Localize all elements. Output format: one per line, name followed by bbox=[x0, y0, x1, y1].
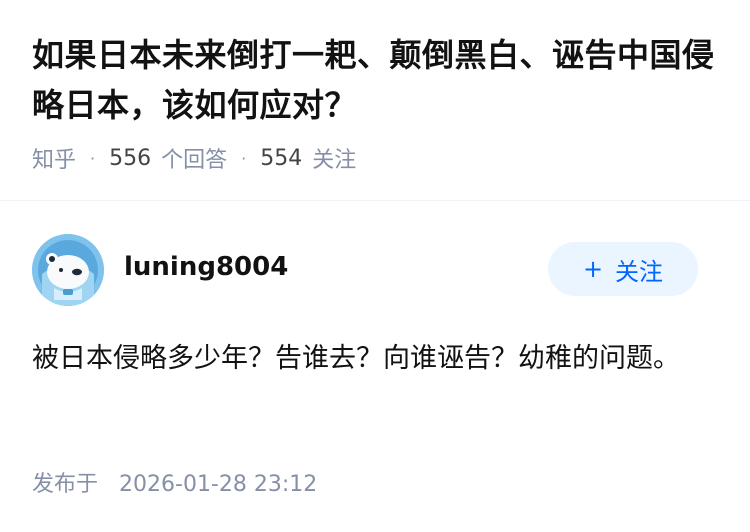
follow-button-label: 关注 bbox=[615, 257, 664, 286]
question-title[interactable]: 如果日本未来倒打一耙、颠倒黑白、诬告中国侵略日本，该如何应对？ bbox=[32, 30, 722, 130]
author-name[interactable]: luning8004 bbox=[124, 252, 288, 282]
publish-label: 发布于 bbox=[32, 472, 99, 497]
plus-icon: + bbox=[582, 255, 604, 283]
polar-bear-astronaut-icon bbox=[32, 234, 104, 306]
follower-count-label[interactable]: 关注 bbox=[312, 142, 356, 174]
meta-separator: · bbox=[90, 148, 96, 168]
follow-button[interactable]: + 关注 bbox=[548, 242, 698, 296]
author-row: luning8004 + 关注 bbox=[32, 234, 718, 308]
follower-count[interactable]: 554 bbox=[260, 146, 302, 171]
avatar[interactable] bbox=[32, 234, 104, 306]
section-divider bbox=[0, 200, 750, 201]
meta-separator: · bbox=[241, 148, 247, 168]
answer-count-label[interactable]: 个回答 bbox=[161, 142, 227, 174]
answer-content[interactable]: 被日本侵略多少年？告谁去？向谁诬告？幼稚的问题。 bbox=[32, 334, 708, 384]
publish-time: 2026-01-28 23:12 bbox=[119, 472, 318, 497]
publish-info: 发布于 2026-01-28 23:12 bbox=[32, 466, 317, 498]
answer-count[interactable]: 556 bbox=[109, 146, 151, 171]
question-meta: 知乎 · 556 个回答 · 554 关注 bbox=[32, 142, 722, 174]
source-label[interactable]: 知乎 bbox=[32, 142, 76, 174]
question-header: 如果日本未来倒打一耙、颠倒黑白、诬告中国侵略日本，该如何应对？ 知乎 · 556… bbox=[32, 30, 722, 174]
